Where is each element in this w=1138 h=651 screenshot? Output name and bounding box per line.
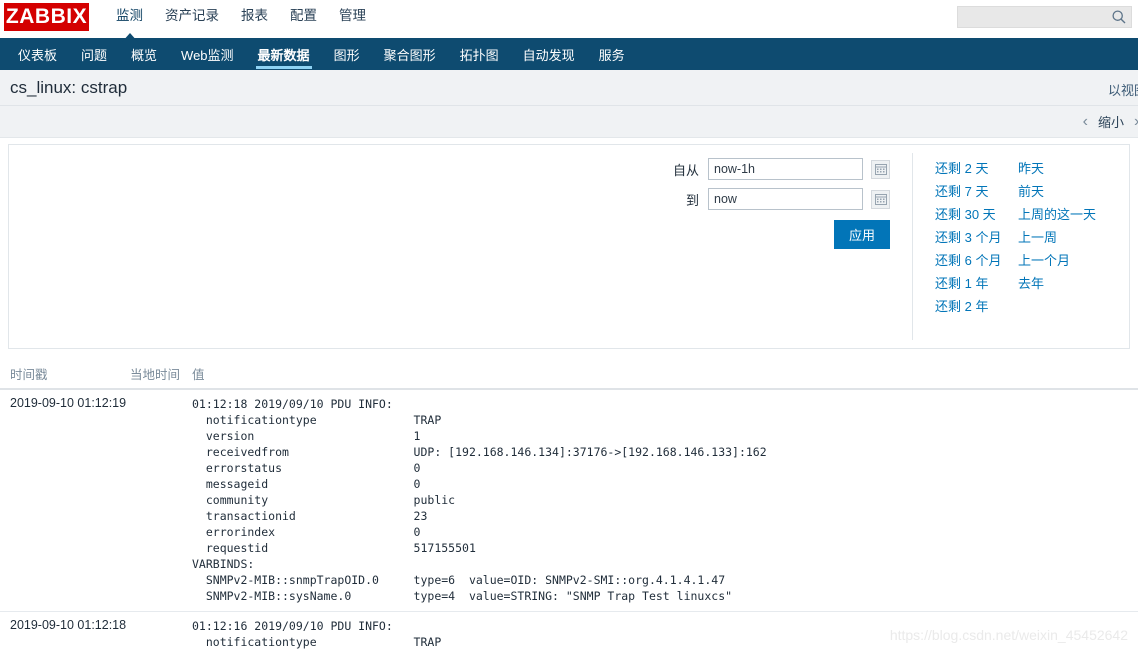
apply-button[interactable]: 应用 [833, 220, 890, 249]
subnav-item-maps[interactable]: 拓扑图 [448, 38, 511, 70]
zoom-out-button[interactable]: 缩小 [1098, 112, 1124, 131]
table-header: 时间戳 当地时间 值 [0, 360, 1138, 390]
from-label: 自从 [672, 162, 699, 178]
main-menu-item-reports[interactable]: 报表 [230, 0, 279, 32]
quick-range-link[interactable]: 上周的这一天 [1018, 203, 1129, 226]
global-search [957, 6, 1132, 28]
to-calendar-icon[interactable] [871, 189, 890, 209]
quick-range-column-2: 昨天 前天 上周的这一天 上一周 上一个月 去年 [1018, 157, 1129, 348]
subnav-item-latest-data[interactable]: 最新数据 [246, 38, 322, 70]
to-label: 到 [685, 192, 699, 208]
quick-range-column-1: 还剩 2 天 还剩 7 天 还剩 30 天 还剩 3 个月 还剩 6 个月 还剩… [935, 157, 1018, 348]
subnav-item-problems[interactable]: 问题 [69, 38, 119, 70]
quick-range-links: 还剩 2 天 还剩 7 天 还剩 30 天 还剩 3 个月 还剩 6 个月 还剩… [913, 145, 1129, 348]
apply-row: 应用 [9, 220, 912, 249]
search-input[interactable] [957, 6, 1132, 28]
cell-value: 01:12:16 2019/09/10 PDU INFO: notificati… [192, 619, 442, 649]
quick-range-link[interactable]: 还剩 7 天 [935, 180, 1018, 203]
subnav-item-graphs[interactable]: 图形 [322, 38, 372, 70]
cell-timestamp: 2019-09-10 01:12:19 [10, 396, 127, 410]
column-header-timestamp[interactable]: 时间戳 [0, 364, 130, 383]
table-row[interactable]: 2019-09-10 01:12:18 01:12:16 2019/09/10 … [0, 612, 1138, 651]
from-calendar-icon[interactable] [871, 159, 890, 179]
quick-range-link[interactable]: 还剩 2 年 [935, 295, 1018, 318]
quick-range-link[interactable]: 前天 [1018, 180, 1129, 203]
subnav-item-overview[interactable]: 概览 [119, 38, 169, 70]
quick-range-link[interactable]: 还剩 3 个月 [935, 226, 1018, 249]
quick-range-link[interactable]: 昨天 [1018, 157, 1129, 180]
subnav-item-web-monitoring[interactable]: Web监测 [169, 38, 246, 70]
quick-range-link[interactable]: 去年 [1018, 272, 1129, 295]
latest-data-table: 时间戳 当地时间 值 2019-09-10 01:12:19 01:12:18 … [0, 360, 1138, 651]
chevron-right-icon[interactable]: › [1124, 114, 1138, 130]
time-filter-form: 自从 now-1h 到 now 应用 [9, 145, 912, 348]
cell-timestamp: 2019-09-10 01:12:18 [10, 618, 127, 632]
zabbix-logo[interactable]: ZABBIX [4, 3, 89, 31]
calendar-icon [874, 194, 887, 205]
to-row: 到 [9, 188, 912, 210]
to-input[interactable] [708, 188, 863, 210]
cell-value: 01:12:18 2019/09/10 PDU INFO: notificati… [192, 397, 767, 603]
subnav-item-screens[interactable]: 聚合图形 [372, 38, 448, 70]
page-title: cs_linux: cstrap [10, 77, 128, 97]
quick-range-link[interactable]: 还剩 30 天 [935, 203, 1018, 226]
table-row[interactable]: 2019-09-10 01:12:19 01:12:18 2019/09/10 … [0, 390, 1138, 612]
main-menu-item-configuration[interactable]: 配置 [279, 0, 328, 32]
quick-range-link[interactable]: 上一个月 [1018, 249, 1129, 272]
column-header-value[interactable]: 值 [192, 364, 1138, 383]
chevron-left-icon[interactable]: ‹ [1073, 113, 1098, 130]
subnav-item-discovery[interactable]: 自动发现 [511, 38, 587, 70]
main-menu-item-monitoring[interactable]: 监测 [105, 0, 154, 32]
column-header-local-time[interactable]: 当地时间 [130, 364, 192, 383]
time-zoom-bar: ‹ 缩小 › [0, 106, 1138, 138]
view-as-link[interactable]: 以视图 [1108, 80, 1138, 99]
subnav-item-dashboard[interactable]: 仪表板 [6, 38, 69, 70]
quick-range-link[interactable]: 还剩 6 个月 [935, 249, 1018, 272]
subnav-item-services[interactable]: 服务 [587, 38, 637, 70]
time-filter-panel: 自从 now-1h 到 now 应用 还剩 2 天 还剩 7 天 还剩 30 天… [8, 144, 1130, 349]
main-menu-item-inventory[interactable]: 资产记录 [154, 0, 230, 32]
from-row: 自从 [9, 158, 912, 180]
main-menu-item-administration[interactable]: 管理 [328, 0, 377, 32]
quick-range-link[interactable]: 还剩 2 天 [935, 157, 1018, 180]
page-title-bar: cs_linux: cstrap 以视图 [0, 70, 1138, 106]
quick-range-link[interactable]: 上一周 [1018, 226, 1129, 249]
from-input[interactable] [708, 158, 863, 180]
main-menu: 监测 资产记录 报表 配置 管理 [105, 0, 377, 32]
app-window: ZABBIX 监测 资产记录 报表 配置 管理 仪表板 问题 概览 Web监测 … [0, 0, 1138, 651]
calendar-icon [874, 164, 887, 175]
quick-range-link[interactable]: 还剩 1 年 [935, 272, 1018, 295]
top-header: ZABBIX 监测 资产记录 报表 配置 管理 [0, 0, 1138, 38]
sub-navigation: 仪表板 问题 概览 Web监测 最新数据 图形 聚合图形 拓扑图 自动发现 服务 [0, 38, 1138, 70]
